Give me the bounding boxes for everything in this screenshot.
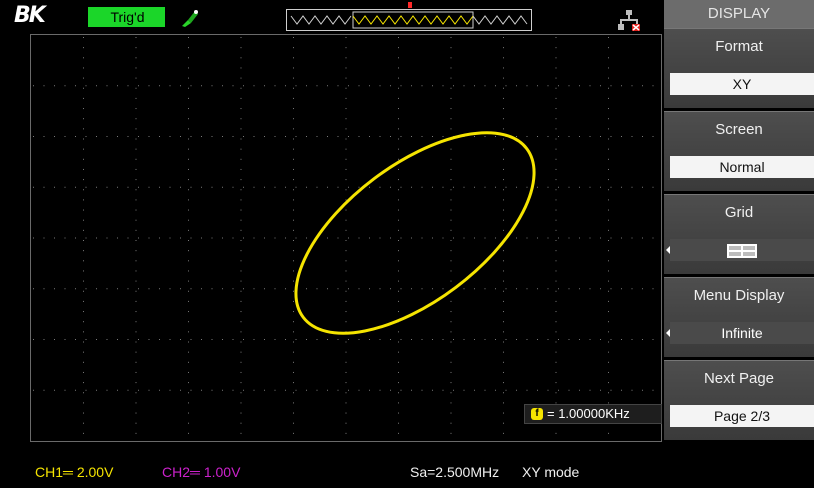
menu-item-value: XY (670, 73, 814, 95)
sample-rate: Sa=2.500MHz (410, 464, 500, 480)
frequency-icon: f (531, 408, 543, 420)
probe-icon (182, 10, 198, 27)
menu-item-menu-display[interactable]: Menu Display Infinite (664, 277, 814, 357)
menu-item-screen[interactable]: Screen Normal (664, 111, 814, 191)
usb-icon (618, 10, 640, 31)
menu-item-label: Menu Display (693, 287, 785, 304)
menu-item-value (670, 239, 814, 261)
menu-item-label: Next Page (703, 370, 775, 387)
trigger-status-badge: Trig'd (88, 7, 165, 27)
menu-item-label: Grid (724, 204, 754, 221)
menu-item-value: Normal (670, 156, 814, 178)
trigger-position-marker (408, 2, 412, 8)
ch1-scale: CH1═ 2.00V (35, 464, 114, 480)
brand-logo: BK (14, 3, 46, 28)
display-menu: DISPLAY Format XY Screen Normal Grid Men… (664, 0, 814, 488)
menu-item-grid[interactable]: Grid (664, 194, 814, 274)
menu-item-next-page[interactable]: Next Page Page 2/3 (664, 360, 814, 440)
waveform-display[interactable] (30, 34, 662, 442)
lissajous-ellipse (294, 131, 536, 335)
menu-title: DISPLAY (664, 0, 814, 28)
menu-item-format[interactable]: Format XY (664, 28, 814, 108)
channel-status-bar: CH1═ 2.00V CH2═ 1.00V Sa=2.500MHz XY mod… (0, 452, 662, 488)
memory-depth-indicator (286, 9, 532, 31)
menu-item-label: Screen (715, 121, 763, 138)
xy-trace (294, 131, 536, 335)
grid-full-icon (727, 244, 757, 259)
menu-item-label: Format (715, 38, 763, 55)
display-mode: XY mode (522, 464, 580, 480)
ch2-scale: CH2═ 1.00V (162, 464, 241, 480)
frequency-value: = 1.00000KHz (547, 406, 630, 421)
status-header: BK Trig'd (0, 0, 662, 34)
frequency-readout: f = 1.00000KHz (524, 404, 662, 424)
menu-item-value: Page 2/3 (670, 405, 814, 427)
menu-item-value: Infinite (670, 322, 814, 344)
